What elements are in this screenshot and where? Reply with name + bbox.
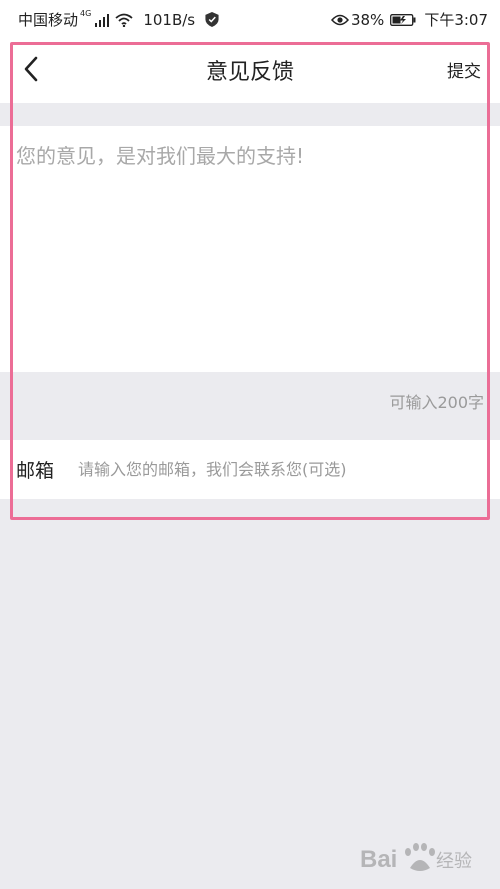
battery-charging-icon	[390, 13, 416, 26]
wifi-icon	[115, 13, 133, 27]
network-type: 4G	[80, 9, 92, 18]
status-bar: 中国移动 4G 101B/s 38% 下午3:07	[0, 0, 500, 36]
status-bar-left: 中国移动 4G 101B/s	[18, 9, 219, 30]
svg-text:Bai: Bai	[360, 846, 397, 873]
clock: 下午3:07	[424, 11, 488, 29]
carrier-name: 中国移动	[18, 11, 79, 29]
email-label: 邮箱	[16, 460, 55, 482]
email-section: 邮箱	[0, 440, 500, 499]
nav-bar: 意见反馈 提交	[0, 36, 500, 103]
signal-icon	[95, 13, 110, 27]
battery-percent: 38%	[350, 10, 385, 29]
feedback-section	[0, 126, 500, 372]
char-limit-hint: 可输入200字	[389, 393, 484, 412]
baidu-jingyan-watermark-logo: Bai 经验	[360, 843, 472, 873]
page-title: 意见反馈	[205, 60, 294, 85]
network-speed: 101B/s	[143, 10, 196, 29]
email-input[interactable]	[78, 454, 488, 484]
status-bar-right: 38% 下午3:07	[330, 9, 488, 30]
svg-text:经验: 经验	[436, 851, 472, 872]
feedback-textarea[interactable]	[16, 140, 486, 360]
submit-button[interactable]: 提交	[447, 57, 481, 82]
shield-icon	[205, 12, 219, 27]
eye-icon	[330, 14, 349, 25]
